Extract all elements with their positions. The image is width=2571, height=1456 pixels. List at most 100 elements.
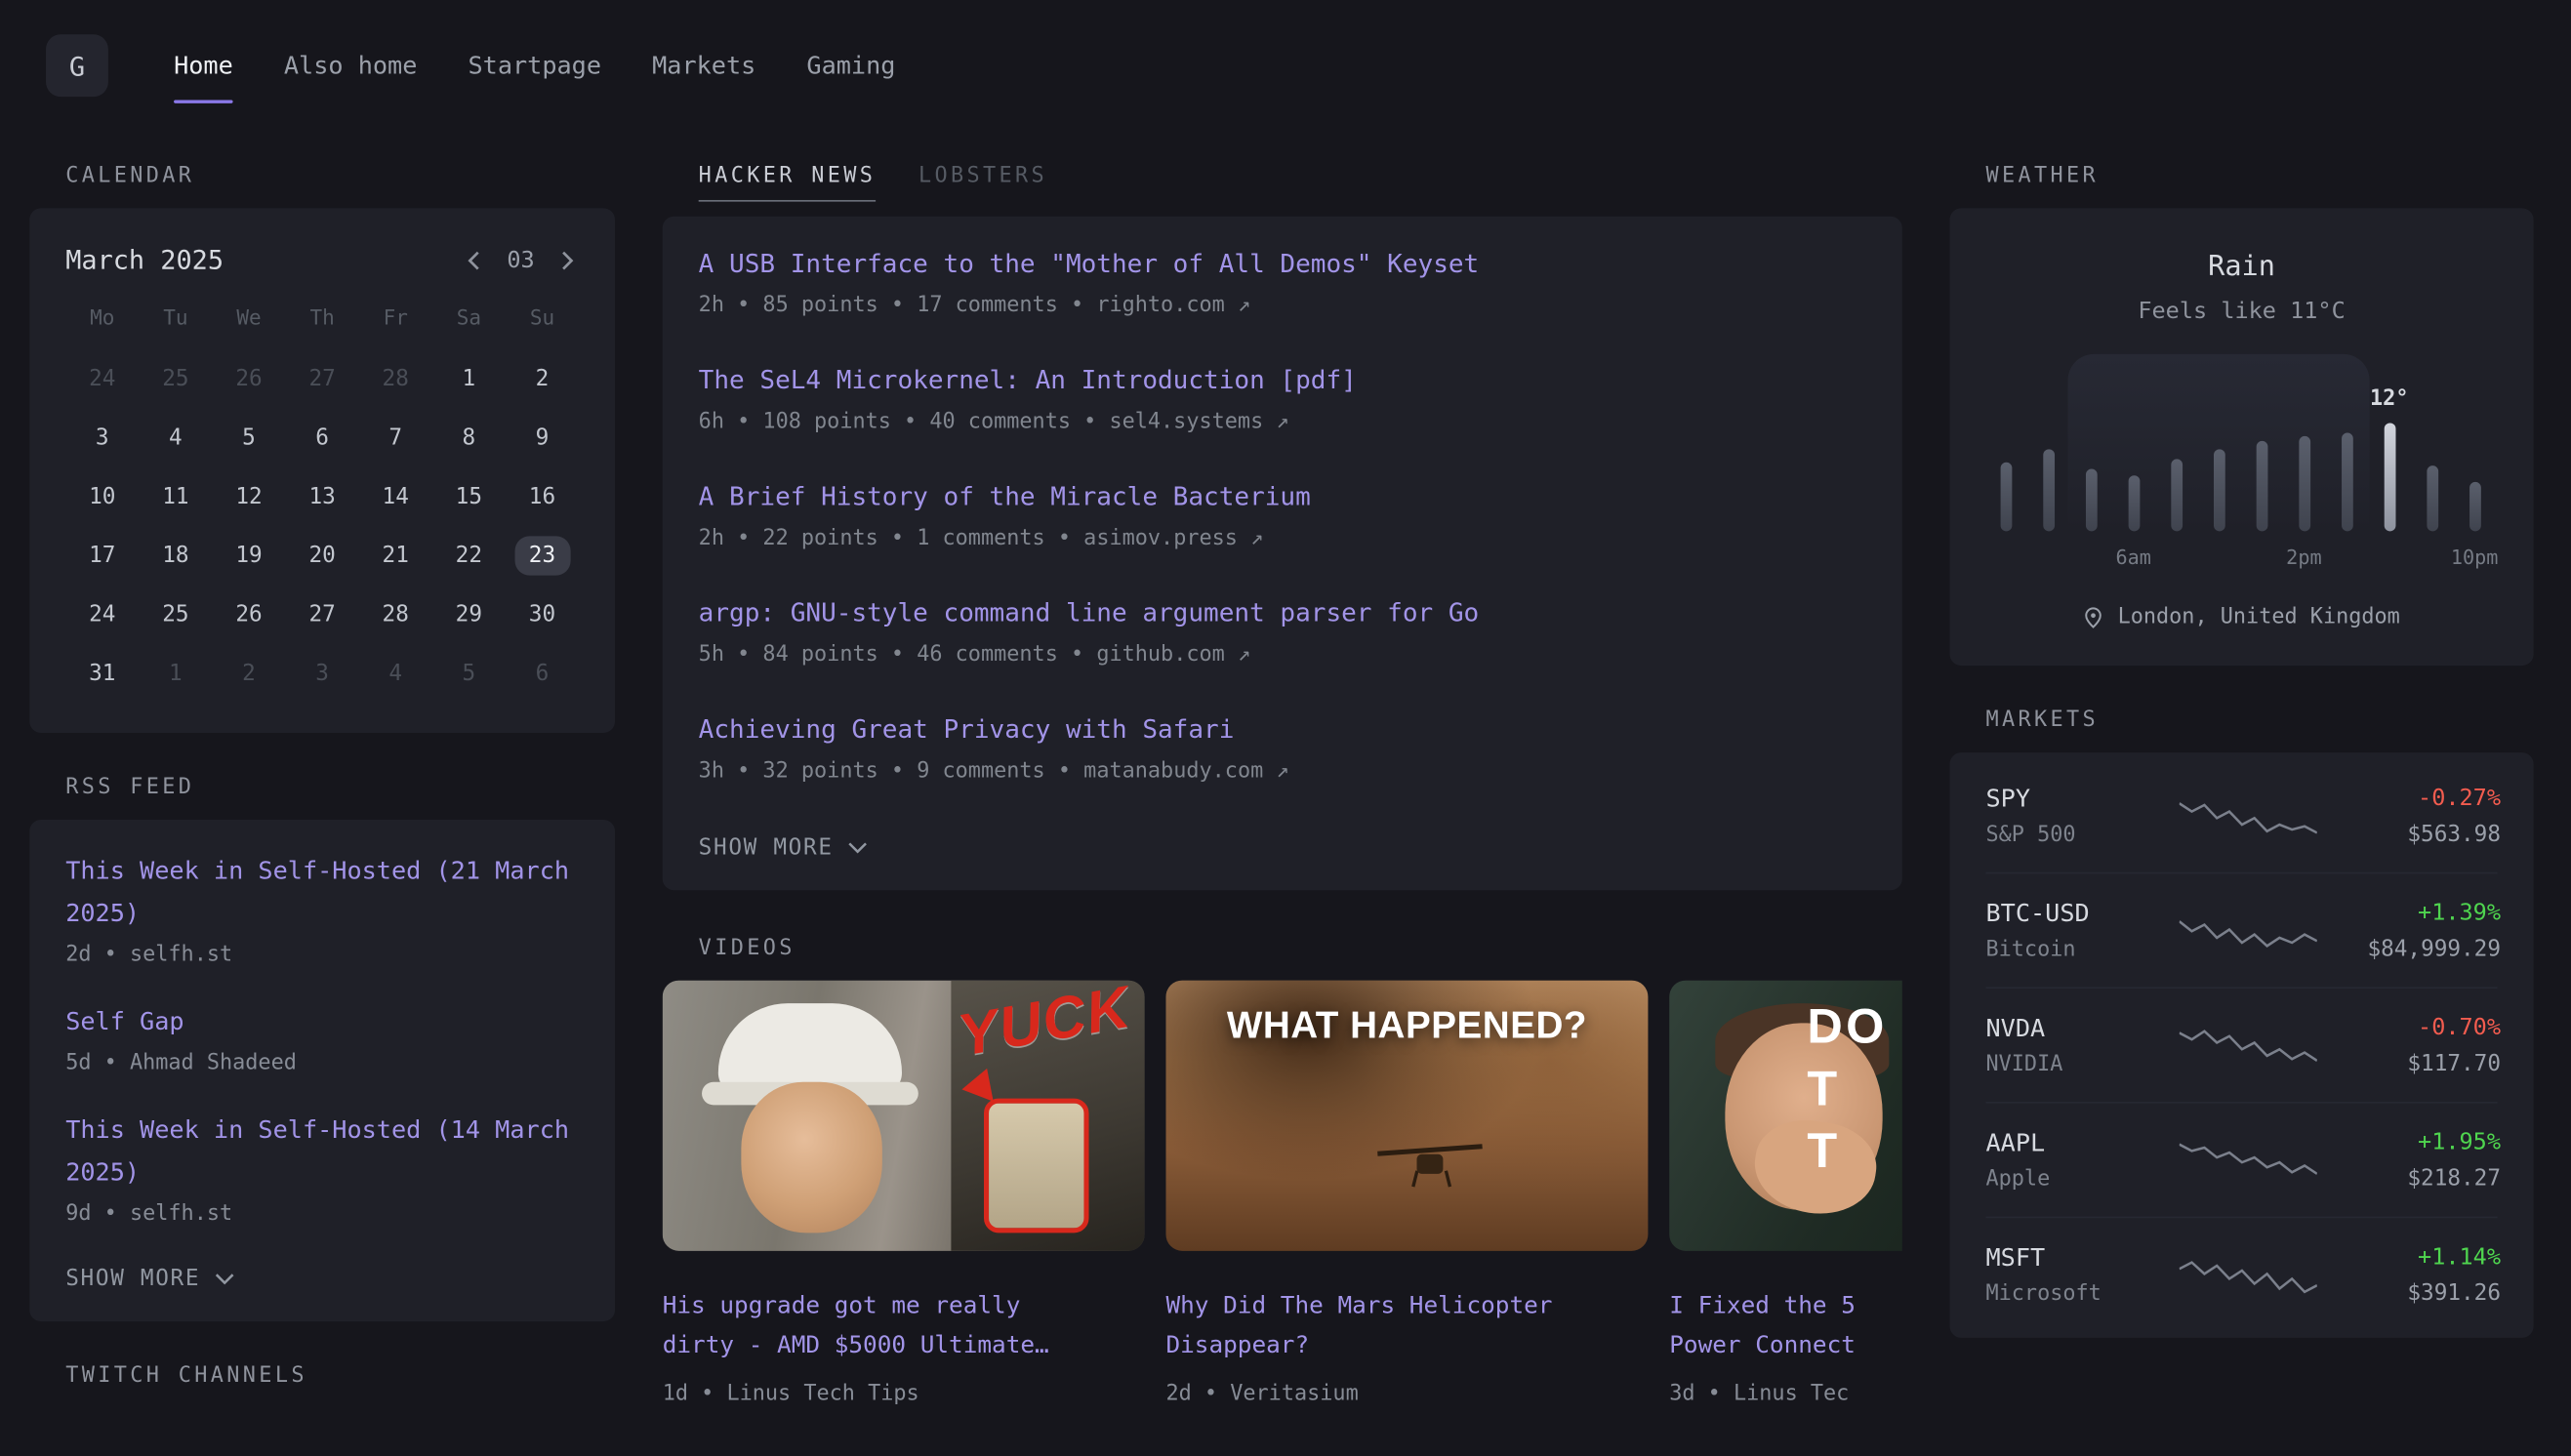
rss-item-title[interactable]: This Week in Self-Hosted (21 March 2025) xyxy=(65,849,579,934)
video-title[interactable]: Why Did The Mars Helicopter Disappear? xyxy=(1165,1287,1648,1366)
calendar-day: 6 xyxy=(506,644,579,703)
calendar-dow-label: Tu xyxy=(139,295,212,348)
video-thumbnail[interactable]: DO T T xyxy=(1669,981,1902,1251)
calendar-grid: MoTuWeThFrSaSu24252627281234567891011121… xyxy=(65,295,579,703)
calendar-day: 27 xyxy=(286,349,359,408)
news-tabs: HACKER NEWS LOBSTERS xyxy=(699,161,1902,202)
calendar-day: 17 xyxy=(65,526,139,585)
news-item-title[interactable]: argp: GNU-style command line argument pa… xyxy=(699,595,1866,631)
video-meta: 1d • Linus Tech Tips xyxy=(663,1382,1145,1406)
rss-item-title[interactable]: This Week in Self-Hosted (14 March 2025) xyxy=(65,1109,579,1193)
rss-section-label: RSS FEED xyxy=(65,772,615,805)
weather-bar xyxy=(2128,475,2140,531)
video-title[interactable]: I Fixed the 5 Power Connect xyxy=(1669,1287,1902,1366)
video-thumbnail[interactable]: WHAT HAPPENED? xyxy=(1165,981,1648,1251)
calendar-day: 19 xyxy=(212,526,285,585)
calendar-header: March 2025 03 xyxy=(65,244,579,275)
markets-card: SPY S&P 500 -0.27% $563.98 BTC-USD Bitcoin +1.… xyxy=(1950,752,2534,1338)
news-item-title[interactable]: A USB Interface to the "Mother of All De… xyxy=(699,246,1866,282)
calendar-section: CALENDAR March 2025 03 xyxy=(29,161,615,733)
nav-tab-gaming[interactable]: Gaming xyxy=(806,51,895,80)
market-change: +1.95% xyxy=(2317,1129,2501,1155)
video-meta: 2d • Veritasium xyxy=(1165,1382,1648,1406)
thumbnail-overlay-text: DO T T xyxy=(1807,996,1887,1184)
weather-bar xyxy=(2213,449,2224,531)
market-row: SPYS&P 500-0.27%$563.98 xyxy=(1985,759,2497,874)
news-item-source-link[interactable]: github.com ↗ xyxy=(1096,643,1250,667)
twitch-section: TWITCH CHANNELS xyxy=(29,1360,615,1394)
face-shape xyxy=(741,1082,881,1234)
rss-item: This Week in Self-Hosted (14 March 2025)… xyxy=(65,1109,579,1227)
nav-tab-also-home[interactable]: Also home xyxy=(284,51,418,80)
calendar-day: 21 xyxy=(359,526,432,585)
calendar-day: 13 xyxy=(286,467,359,526)
market-change: +1.14% xyxy=(2317,1243,2501,1270)
logo[interactable]: G xyxy=(46,34,108,97)
market-ticker[interactable]: AAPL xyxy=(1985,1128,2179,1157)
calendar-day: 22 xyxy=(432,526,506,585)
market-ticker[interactable]: NVDA xyxy=(1985,1013,2179,1042)
news-item-info: 5h • 84 points • 46 comments • xyxy=(699,643,1097,667)
market-change: -0.27% xyxy=(2317,785,2501,811)
chevron-right-icon xyxy=(561,250,574,269)
news-item-source-link[interactable]: asimov.press ↗ xyxy=(1083,526,1263,550)
market-sparkline xyxy=(2180,787,2317,845)
news-tab-lobsters[interactable]: LOBSTERS xyxy=(918,161,1047,202)
market-values: +1.95%$218.27 xyxy=(2317,1129,2501,1192)
calendar-next-button[interactable] xyxy=(556,245,580,274)
market-ticker[interactable]: MSFT xyxy=(1985,1242,2179,1272)
video-card[interactable]: YUCK His upgrade got me really dirty - AM… xyxy=(663,981,1145,1407)
video-title[interactable]: His upgrade got me really dirty - AMD $5… xyxy=(663,1287,1145,1366)
news-item-source-link[interactable]: righto.com ↗ xyxy=(1096,294,1250,318)
calendar-day: 26 xyxy=(212,586,285,644)
nav-tab-startpage[interactable]: Startpage xyxy=(468,51,601,80)
video-thumbnail[interactable]: YUCK xyxy=(663,981,1145,1251)
rss-item: This Week in Self-Hosted (21 March 2025)… xyxy=(65,849,579,967)
news-item-title[interactable]: A Brief History of the Miracle Bacterium xyxy=(699,479,1866,515)
market-price: $563.98 xyxy=(2317,821,2501,847)
video-card[interactable]: DO T TI Fixed the 5 Power Connect3d • Li… xyxy=(1669,981,1902,1407)
market-name: S&P 500 xyxy=(1985,823,2179,847)
calendar-dow-label: Su xyxy=(506,295,579,348)
calendar-day: 14 xyxy=(359,467,432,526)
weather-time-label: 10pm xyxy=(2451,546,2499,569)
markets-section-label: MARKETS xyxy=(1985,705,2533,738)
helicopter-icon xyxy=(1378,1138,1484,1187)
video-card[interactable]: WHAT HAPPENED? Why Did The Mars Helicopte… xyxy=(1165,981,1648,1407)
calendar-day: 18 xyxy=(139,526,212,585)
market-ticker[interactable]: BTC-USD xyxy=(1985,899,2179,928)
calendar-day: 27 xyxy=(286,586,359,644)
nav-tab-markets[interactable]: Markets xyxy=(652,51,755,80)
market-sparkline xyxy=(2180,1245,2317,1304)
navbar: G Home Also home Startpage Markets Gaming xyxy=(0,0,2571,131)
market-values: +1.39%$84,999.29 xyxy=(2317,899,2501,961)
weather-bar xyxy=(2384,423,2395,531)
calendar-day: 2 xyxy=(506,349,579,408)
calendar-prev-button[interactable] xyxy=(463,245,486,274)
news-item-source-link[interactable]: matanabudy.com ↗ xyxy=(1083,759,1288,784)
news-list: A USB Interface to the "Mother of All De… xyxy=(699,246,1866,784)
news-item-title[interactable]: Achieving Great Privacy with Safari xyxy=(699,711,1866,748)
weather-bar xyxy=(2042,449,2054,531)
market-change: -0.70% xyxy=(2317,1014,2501,1040)
news-tab-hacker-news[interactable]: HACKER NEWS xyxy=(699,161,877,202)
news-item-title[interactable]: The SeL4 Microkernel: An Introduction [p… xyxy=(699,362,1866,398)
weather-location: London, United Kingdom xyxy=(1985,605,2497,629)
market-name: Bitcoin xyxy=(1985,938,2179,962)
market-ticker[interactable]: SPY xyxy=(1985,784,2179,813)
rss-item-title[interactable]: Self Gap xyxy=(65,1000,579,1043)
news-item-source-link[interactable]: sel4.systems ↗ xyxy=(1109,410,1288,434)
weather-bar xyxy=(2000,463,2012,532)
videos-row: YUCK His upgrade got me really dirty - AM… xyxy=(663,981,1902,1407)
news-show-more-button[interactable]: SHOW MORE xyxy=(699,828,868,861)
market-values: +1.14%$391.26 xyxy=(2317,1243,2501,1306)
market-name: Apple xyxy=(1985,1167,2179,1192)
nav-tab-home[interactable]: Home xyxy=(174,51,233,80)
weather-section: WEATHER Rain Feels like 11°C 12° 6am2pm1… xyxy=(1950,161,2534,666)
market-labels: BTC-USD Bitcoin xyxy=(1985,899,2179,963)
map-pin-icon xyxy=(2083,605,2104,629)
weather-bar xyxy=(2256,441,2267,531)
calendar-day: 2 xyxy=(212,644,285,703)
markets-list: SPYS&P 500-0.27%$563.98BTC-USDBitcoin+1.… xyxy=(1985,759,2497,1331)
rss-show-more-button[interactable]: SHOW MORE xyxy=(65,1259,234,1292)
